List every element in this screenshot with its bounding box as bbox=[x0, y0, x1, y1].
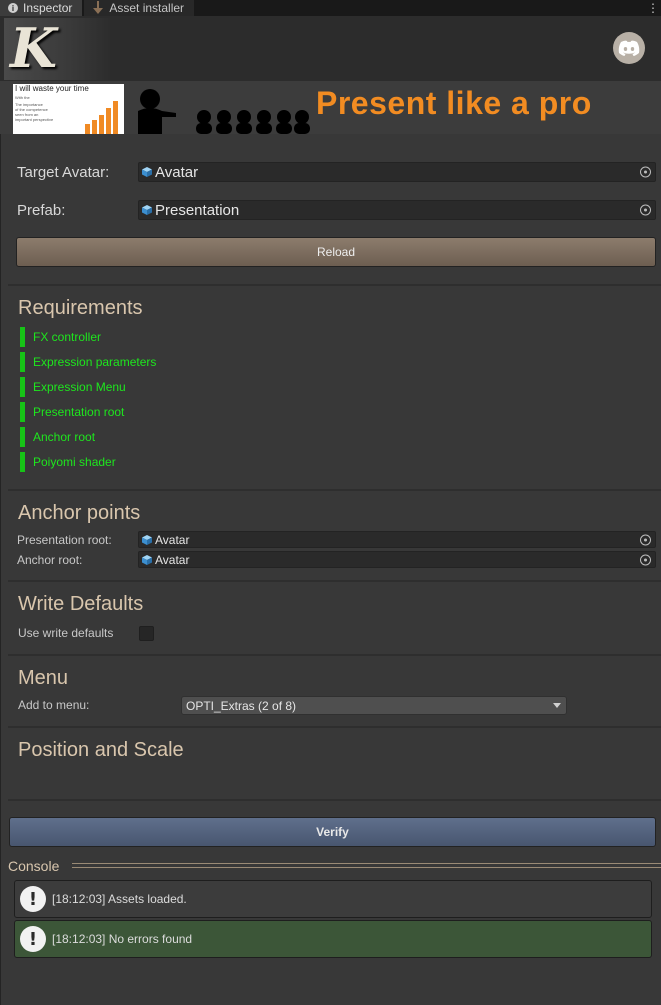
divider bbox=[8, 654, 661, 656]
slide-line: With the bbox=[15, 95, 30, 100]
chevron-down-icon bbox=[553, 703, 561, 708]
divider bbox=[8, 799, 661, 801]
requirement-item: Expression parameters bbox=[20, 352, 156, 372]
add-to-menu-value: OPTI_Extras (2 of 8) bbox=[186, 698, 297, 713]
info-icon: i bbox=[8, 3, 18, 13]
target-avatar-label: Target Avatar: bbox=[17, 164, 110, 181]
object-picker-icon[interactable] bbox=[640, 554, 651, 565]
object-picker-icon[interactable] bbox=[640, 166, 651, 178]
requirement-item: Presentation root bbox=[20, 402, 124, 422]
banner-image: I will waste your time With the The impo… bbox=[0, 81, 661, 134]
prefab-label: Prefab: bbox=[17, 202, 66, 219]
add-to-menu-dropdown[interactable]: OPTI_Extras (2 of 8) bbox=[181, 696, 567, 715]
anchor-points-title: Anchor points bbox=[18, 502, 141, 524]
requirement-label: FX controller bbox=[33, 330, 102, 344]
requirement-label: Anchor root bbox=[33, 430, 96, 444]
console-log-entry: ! [18:12:03] Assets loaded. bbox=[14, 880, 652, 918]
target-avatar-value: Avatar bbox=[155, 163, 199, 181]
requirement-item: Anchor root bbox=[20, 427, 95, 447]
header: K bbox=[0, 16, 661, 81]
requirement-item: FX controller bbox=[20, 327, 101, 347]
presentation-root-field[interactable]: Avatar bbox=[138, 531, 656, 548]
status-indicator bbox=[20, 352, 25, 372]
status-indicator bbox=[20, 377, 25, 397]
window-border bbox=[0, 0, 1, 1005]
requirement-label: Presentation root bbox=[33, 405, 125, 419]
gameobject-icon bbox=[142, 554, 152, 565]
info-icon: ! bbox=[20, 886, 46, 912]
slide-line: important perspective bbox=[15, 117, 54, 122]
status-indicator bbox=[20, 402, 25, 422]
reload-button[interactable]: Reload bbox=[16, 237, 656, 267]
prefab-icon bbox=[142, 205, 152, 215]
gameobject-icon bbox=[142, 167, 152, 177]
discord-icon[interactable] bbox=[613, 32, 645, 64]
divider bbox=[8, 489, 661, 491]
slide-title: I will waste your time bbox=[15, 84, 89, 93]
banner-text: Present like a pro bbox=[316, 85, 592, 121]
position-scale-title: Position and Scale bbox=[18, 739, 184, 761]
requirement-label: Poiyomi shader bbox=[33, 455, 116, 469]
status-indicator bbox=[20, 452, 25, 472]
verify-button[interactable]: Verify bbox=[9, 817, 656, 847]
requirement-item: Expression Menu bbox=[20, 377, 126, 397]
object-picker-icon[interactable] bbox=[640, 204, 651, 216]
console-rule bbox=[72, 863, 661, 864]
write-defaults-label: Use write defaults bbox=[18, 626, 114, 640]
console-rule bbox=[72, 867, 661, 868]
tab-asset-installer[interactable]: Asset installer bbox=[84, 0, 195, 16]
presentation-root-label: Presentation root: bbox=[17, 533, 112, 547]
tab-asset-installer-label: Asset installer bbox=[109, 1, 185, 15]
audience-graphic bbox=[138, 89, 310, 134]
object-picker-icon[interactable] bbox=[640, 534, 651, 545]
divider bbox=[8, 580, 661, 582]
write-defaults-checkbox[interactable] bbox=[139, 626, 154, 641]
banner-slide: I will waste your time With the The impo… bbox=[13, 84, 124, 134]
anchor-root-value: Avatar bbox=[155, 552, 190, 567]
bar-graphic bbox=[85, 101, 118, 134]
requirement-label: Expression parameters bbox=[33, 355, 157, 369]
status-indicator bbox=[20, 427, 25, 447]
logo: K bbox=[4, 16, 112, 80]
log-text: [18:12:03] No errors found bbox=[52, 932, 193, 946]
more-menu-icon[interactable]: ⋮ bbox=[645, 0, 661, 16]
info-icon: ! bbox=[20, 926, 46, 952]
console-log-entry: ! [18:12:03] No errors found bbox=[14, 920, 652, 958]
prefab-value: Presentation bbox=[155, 201, 240, 219]
anchor-root-label: Anchor root: bbox=[17, 553, 83, 567]
requirement-label: Expression Menu bbox=[33, 380, 126, 394]
write-defaults-title: Write Defaults bbox=[18, 593, 144, 615]
tab-bar: i Inspector Asset installer ⋮ bbox=[0, 0, 661, 16]
divider bbox=[8, 726, 661, 728]
requirements-title: Requirements bbox=[18, 297, 143, 319]
console-title: Console bbox=[8, 858, 60, 874]
presentation-root-value: Avatar bbox=[155, 532, 190, 547]
tab-inspector-label: Inspector bbox=[23, 1, 73, 15]
divider bbox=[8, 284, 661, 286]
anchor-root-field[interactable]: Avatar bbox=[138, 551, 656, 568]
gameobject-icon bbox=[142, 534, 152, 545]
log-text: [18:12:03] Assets loaded. bbox=[52, 892, 187, 906]
status-indicator bbox=[20, 327, 25, 347]
download-icon bbox=[93, 1, 104, 14]
prefab-field[interactable]: Presentation bbox=[138, 200, 656, 220]
tab-inspector[interactable]: i Inspector bbox=[0, 0, 83, 16]
menu-title: Menu bbox=[18, 667, 69, 689]
add-to-menu-label: Add to menu: bbox=[18, 698, 90, 712]
target-avatar-field[interactable]: Avatar bbox=[138, 162, 656, 182]
requirement-item: Poiyomi shader bbox=[20, 452, 116, 472]
